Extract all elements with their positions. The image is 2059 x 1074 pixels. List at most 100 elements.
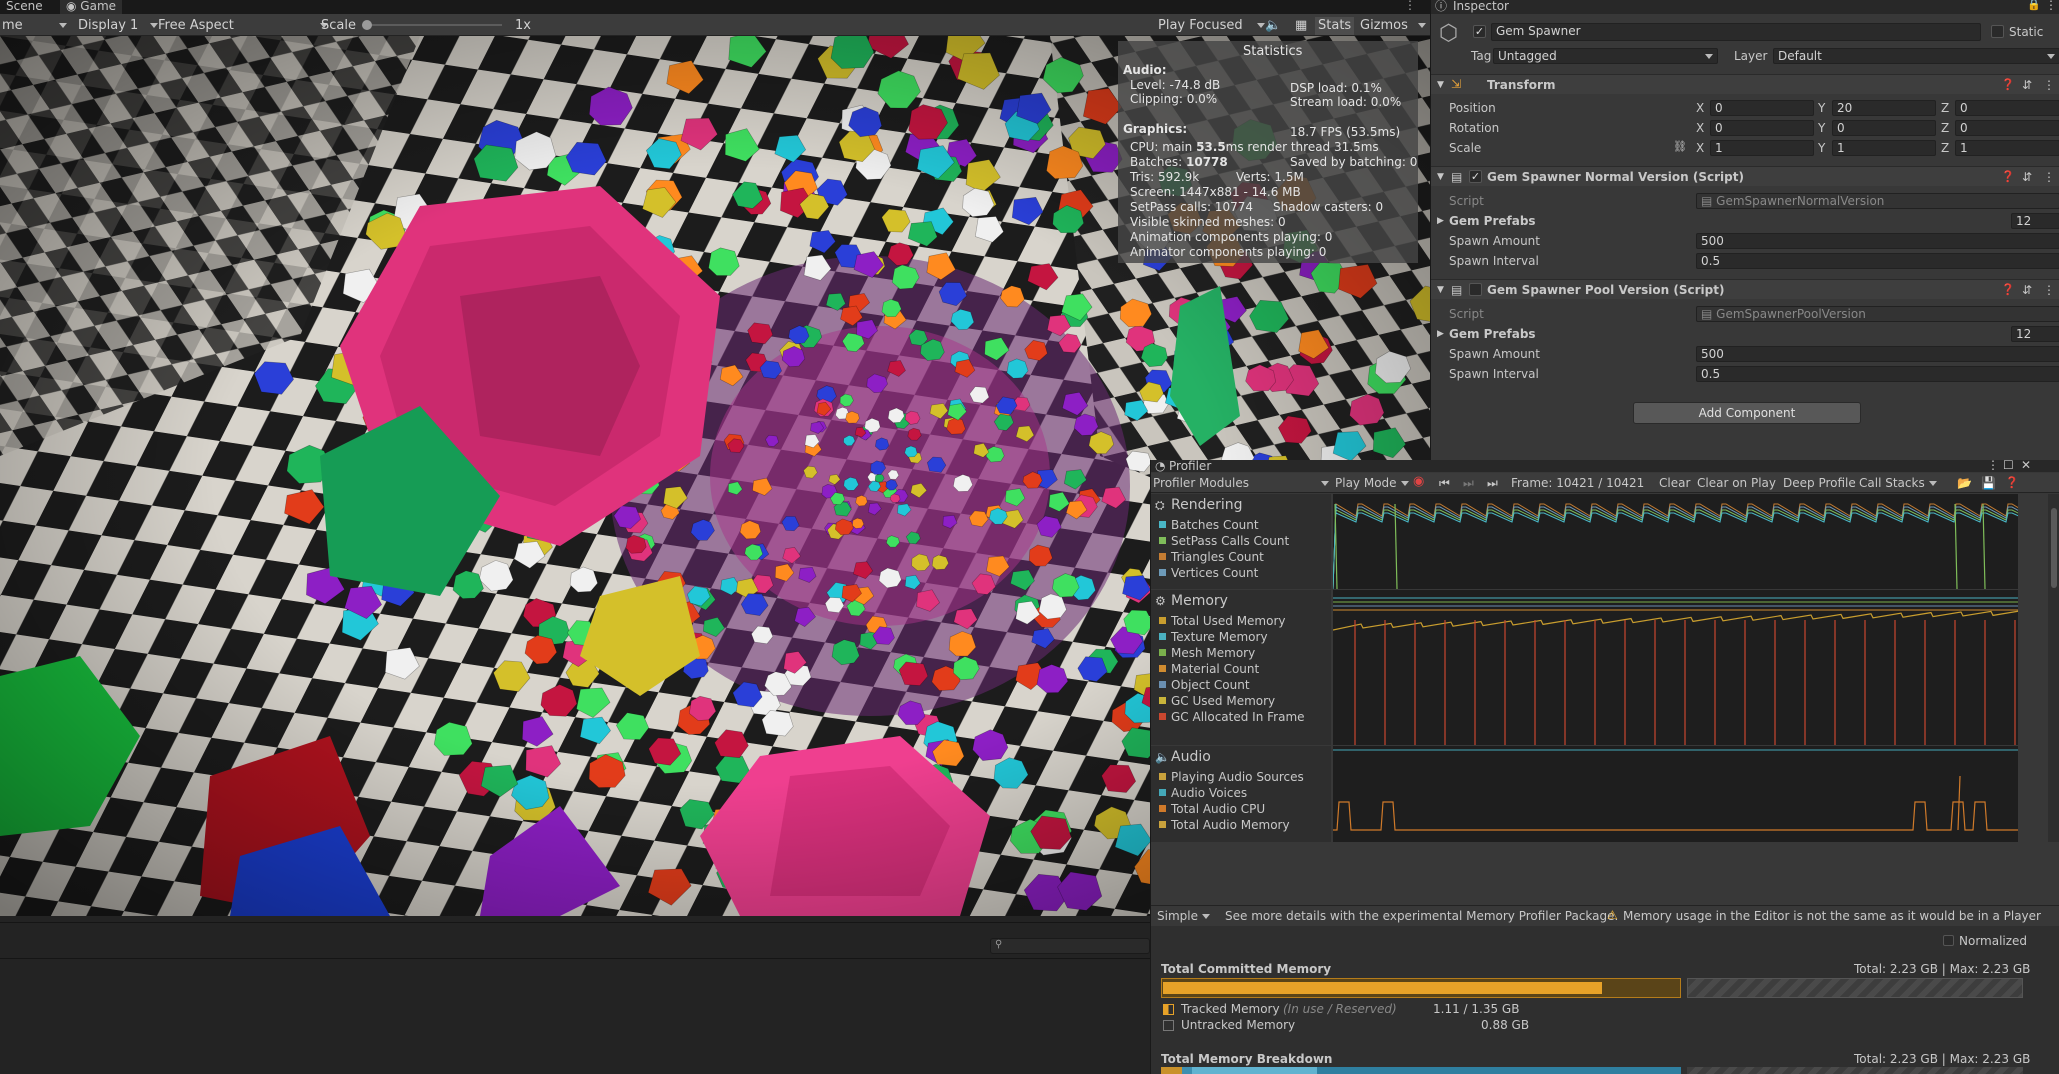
scale-axis-label-x[interactable]: X	[1696, 141, 1704, 155]
link-icon[interactable]: ⛓	[1673, 140, 1687, 154]
mute-audio-icon[interactable]: 🔈	[1265, 17, 1281, 35]
previous-frame-icon[interactable]: ⏮	[1439, 476, 1450, 490]
pool-spawn-interval-field[interactable]: 0.5	[1696, 366, 2059, 382]
help-icon[interactable]: ❓	[2001, 78, 2015, 92]
settings-icon[interactable]: ⇵	[2022, 283, 2032, 297]
scale-axis-label-z[interactable]: Z	[1941, 141, 1949, 155]
legend-item[interactable]: Total Used Memory	[1159, 614, 1286, 628]
position-axis-label-y[interactable]: Y	[1818, 101, 1825, 115]
rotation-x-field[interactable]: 0	[1710, 120, 1814, 136]
pool-script-header[interactable]: ▼ ▤ Gem Spawner Pool Version (Script) ❓ …	[1431, 279, 2059, 299]
scale-axis-label-y[interactable]: Y	[1818, 141, 1825, 155]
help-icon[interactable]: ❓	[2001, 170, 2015, 184]
rotation-axis-label-x[interactable]: X	[1696, 121, 1704, 135]
rotation-axis-label-z[interactable]: Z	[1941, 121, 1949, 135]
profiler-modules-dropdown[interactable]: Profiler Modules	[1153, 476, 1329, 490]
legend-item[interactable]: Total Audio CPU	[1159, 802, 1265, 816]
scale-z-field[interactable]: 1	[1955, 140, 2059, 156]
scrollbar-thumb[interactable]	[2051, 508, 2057, 588]
more-options-icon[interactable]: ⋮	[1404, 0, 1416, 12]
legend-item[interactable]: SetPass Calls Count	[1159, 534, 1289, 548]
clear-button[interactable]: Clear	[1659, 476, 1690, 490]
scale-x-field[interactable]: 1	[1710, 140, 1814, 156]
transform-header[interactable]: ▼ ⇲ Transform ❓ ⇵ ⋮	[1431, 74, 2059, 94]
more-options-icon[interactable]: ⋮	[2043, 283, 2055, 297]
more-options-icon[interactable]: ⋮	[2043, 170, 2055, 184]
tab-game[interactable]: ◉ Game	[60, 0, 123, 14]
pool-gem-prefabs-count[interactable]: 12	[2011, 326, 2059, 342]
help-icon[interactable]: ❓	[2001, 283, 2015, 297]
maximize-icon[interactable]: ☐	[2003, 458, 2014, 472]
rendering-graph[interactable]	[1333, 494, 2018, 589]
chevron-right-icon[interactable]: ▶	[1437, 214, 1444, 228]
rotation-z-field[interactable]: 0	[1955, 120, 2059, 136]
audio-graph[interactable]	[1333, 746, 2018, 842]
legend-item[interactable]: Mesh Memory	[1159, 646, 1255, 660]
more-options-icon[interactable]: ⋮	[2045, 0, 2057, 12]
tab-inspector[interactable]: Inspector	[1453, 0, 1509, 13]
modules-scrollbar[interactable]	[2048, 494, 2059, 842]
save-icon[interactable]: 💾	[1981, 476, 1996, 490]
deep-profile-button[interactable]: Deep Profile	[1783, 476, 1856, 490]
call-stacks-dropdown[interactable]: Call Stacks	[1859, 476, 1937, 490]
record-icon[interactable]: ◉	[1413, 475, 1424, 489]
rotation-y-field[interactable]: 0	[1832, 120, 1936, 136]
object-name-field[interactable]: Gem Spawner	[1491, 23, 1981, 41]
legend-item[interactable]: GC Allocated In Frame	[1159, 710, 1305, 724]
help-icon[interactable]: ❓	[2005, 476, 2019, 490]
more-options-icon[interactable]: ⋮	[2043, 78, 2055, 92]
play-focused-dropdown[interactable]: Play Focused	[1158, 17, 1265, 35]
play-mode-dropdown[interactable]: Play Mode	[1335, 476, 1409, 490]
legend-item[interactable]: Texture Memory	[1159, 630, 1268, 644]
legend-item[interactable]: Triangles Count	[1159, 550, 1264, 564]
normal-gem-prefabs-label[interactable]: Gem Prefabs	[1449, 214, 1536, 228]
tag-dropdown[interactable]: Untagged	[1493, 48, 1718, 64]
console-search-input[interactable]: ⚲	[990, 938, 1150, 954]
active-checkbox[interactable]: ✓	[1473, 25, 1486, 38]
audio-module-legend[interactable]: 🔈 Audio Playing Audio Sources Audio Voice…	[1151, 746, 1331, 842]
chevron-right-icon[interactable]: ▶	[1437, 327, 1444, 341]
normal-script-header[interactable]: ▼ ▤ ✓ Gem Spawner Normal Version (Script…	[1431, 166, 2059, 186]
view-mode-dropdown[interactable]: Simple	[1157, 909, 1210, 923]
layer-dropdown[interactable]: Default	[1773, 48, 2059, 64]
stats-button[interactable]: Stats	[1315, 17, 1355, 35]
memory-module-legend[interactable]: ⚙ Memory Total Used Memory Texture Memory…	[1151, 590, 1331, 745]
position-x-field[interactable]: 0	[1710, 100, 1814, 116]
memory-graph[interactable]	[1333, 590, 2018, 745]
legend-item[interactable]: Audio Voices	[1159, 786, 1247, 800]
gizmos-dropdown[interactable]: Gizmos	[1360, 17, 1426, 35]
display-dropdown[interactable]: Display 1	[78, 17, 159, 35]
position-axis-label-z[interactable]: Z	[1941, 101, 1949, 115]
close-icon[interactable]: ✕	[2021, 458, 2031, 472]
scale-y-field[interactable]: 1	[1832, 140, 1936, 156]
position-axis-label-x[interactable]: X	[1696, 101, 1704, 115]
aspect-dropdown[interactable]: Free Aspect	[158, 17, 328, 35]
position-z-field[interactable]: 0	[1955, 100, 2059, 116]
legend-item[interactable]: Total Audio Memory	[1159, 818, 1290, 832]
current-frame-icon[interactable]: ⏭	[1487, 476, 1498, 490]
pool-spawn-amount-field[interactable]: 500	[1696, 346, 2059, 362]
settings-icon[interactable]: ⇵	[2022, 170, 2032, 184]
game-mode-dropdown[interactable]: me	[2, 17, 67, 35]
pool-script-enabled-checkbox[interactable]	[1469, 283, 1482, 296]
scale-slider[interactable]	[362, 20, 502, 30]
tab-scene[interactable]: Scene	[0, 0, 49, 14]
normal-spawn-amount-field[interactable]: 500	[1696, 233, 2059, 249]
normal-script-enabled-checkbox[interactable]: ✓	[1469, 170, 1482, 183]
more-options-icon[interactable]: ⋮	[1987, 458, 1999, 472]
add-component-button[interactable]: Add Component	[1633, 402, 1861, 424]
tab-profiler[interactable]: Profiler	[1169, 459, 1211, 473]
legend-item[interactable]: Playing Audio Sources	[1159, 770, 1304, 784]
legend-item[interactable]: Vertices Count	[1159, 566, 1258, 580]
legend-item[interactable]: Material Count	[1159, 662, 1259, 676]
next-frame-icon[interactable]: ⏭	[1463, 476, 1474, 490]
load-icon[interactable]: 📂	[1957, 476, 1972, 490]
normal-gem-prefabs-count[interactable]: 12	[2011, 213, 2059, 229]
position-y-field[interactable]: 20	[1832, 100, 1936, 116]
lock-icon[interactable]: 🔒	[2027, 0, 2041, 12]
normalized-checkbox[interactable]	[1943, 935, 1954, 946]
normal-spawn-interval-field[interactable]: 0.5	[1696, 253, 2059, 269]
rendering-module-legend[interactable]: ⛭ Rendering Batches Count SetPass Calls C…	[1151, 494, 1331, 589]
legend-item[interactable]: Object Count	[1159, 678, 1250, 692]
legend-item[interactable]: GC Used Memory	[1159, 694, 1275, 708]
